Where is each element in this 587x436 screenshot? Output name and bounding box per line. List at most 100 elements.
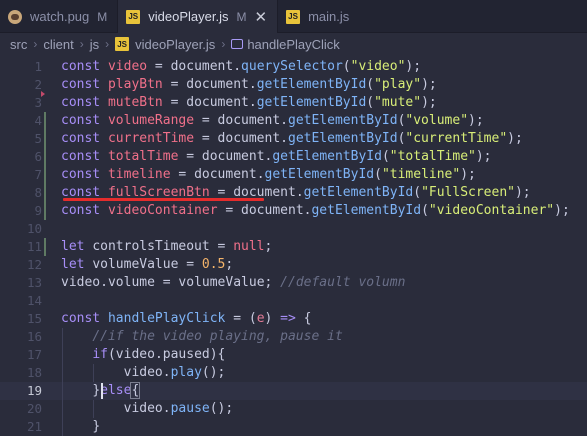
breadcrumb-file[interactable]: videoPlayer.js [135,37,215,52]
code-line[interactable]: 3 const muteBtn = document.getElementById… [0,91,587,112]
code-token: ); [554,203,570,218]
git-modified-marker[interactable] [44,112,46,130]
code-line[interactable]: 12 let volumeValue = 0.5; [0,256,587,274]
code-token: document [194,167,257,182]
code-token: document [217,131,281,146]
red-annotation-underline [63,198,264,201]
breadcrumb-js[interactable]: js [90,37,99,52]
code-line[interactable]: 20 video.pause(); [0,400,587,418]
code-token: . [295,185,304,200]
pug-file-icon [8,9,22,24]
code-token: const [61,59,108,74]
breadcrumb-symbol[interactable]: handlePlayClick [247,37,340,52]
code-token: . [256,167,265,182]
code-token: ); [514,185,531,200]
code-line[interactable]: 14 [0,292,587,310]
code-line[interactable]: 1 const video = document.querySelector("v… [0,58,587,76]
code-line[interactable]: 10 [0,220,587,238]
chevron-right-icon: › [33,37,38,51]
code-token: getElementById [264,167,375,182]
git-modified-marker[interactable] [44,238,46,256]
chevron-right-icon: › [105,37,110,51]
indent-guide [93,364,94,382]
code-token: "volume" [405,113,469,128]
code-token: videoContainer [107,203,218,218]
symbol-variable-icon [231,39,244,49]
code-token: e [256,311,265,326]
code-line[interactable]: 4 const volumeRange = document.getElement… [0,112,587,130]
code-token: volumeRange [107,113,195,128]
code-token: muteBtn [107,95,163,110]
code-token: "mute" [374,95,422,110]
code-line[interactable]: 15 const handlePlayClick = (e) => { [0,310,587,328]
code-line[interactable]: 17 if(video.paused){ [0,346,587,364]
code-token: . [248,77,257,92]
code-line[interactable]: 11 let controlsTimeout = null; [0,238,587,256]
code-line[interactable]: 9 const videoContainer = document.getElem… [0,202,587,220]
code-token: ); [475,149,492,164]
code-line[interactable]: 7 const timeline = document.getElementByI… [0,166,587,184]
code-line[interactable]: 18 video.play(); [0,364,587,382]
code-text: const videoContainer = document.getEleme… [61,202,570,220]
code-line[interactable]: 13 video.volume = volumeValue; //default … [0,274,587,292]
code-token: getElementById [256,77,367,92]
chevron-right-icon: › [79,37,84,51]
line-number: 20 [26,401,42,416]
indent-guide [93,400,94,418]
code-token: ( [381,149,390,164]
git-modified-marker[interactable] [44,166,46,184]
code-token: let [61,239,93,254]
code-editor[interactable]: 1 const video = document.querySelector("v… [0,55,587,436]
code-line[interactable]: 16 //if the video playing, pause it [0,328,587,346]
code-token: = [162,77,187,92]
close-icon[interactable]: ✕ [254,8,267,26]
git-deleted-marker[interactable] [41,91,45,97]
code-token: pause [170,401,210,416]
code-text: const video = document.querySelector("vi… [61,58,421,76]
code-token: document [170,59,234,74]
git-modified-marker[interactable] [44,130,46,148]
code-text: const volumeRange = document.getElementB… [61,112,484,130]
code-token: document [186,95,249,110]
code-token: . [100,275,108,290]
indent-guide [62,328,63,436]
code-line[interactable]: 2 const playBtn = document.getElementById… [0,76,587,94]
code-token: volume [107,275,155,290]
git-modified-marker[interactable] [44,184,46,202]
git-modified-marker[interactable] [44,148,46,166]
code-text: let volumeValue = 0.5; [61,256,233,274]
code-line[interactable]: 21 } [0,418,587,436]
code-text: let controlsTimeout = null; [61,238,272,256]
code-token: getElementById [272,149,382,164]
code-token: . [280,131,288,146]
tab-label: main.js [308,9,350,24]
code-token: = [147,59,171,74]
code-token: . [154,347,163,362]
code-token: const [61,131,108,146]
breadcrumb-client[interactable]: client [43,37,73,52]
code-token: controlsTimeout [92,239,210,254]
code-text: video.play(); [61,364,226,382]
code-token: "totalTime" [389,149,476,164]
tab-main-js[interactable]: JS main.js [278,0,359,33]
code-token: . [162,401,171,416]
line-number: 13 [26,275,42,290]
git-modified-marker[interactable] [44,202,46,220]
modified-badge: M [97,9,108,24]
line-number: 19 [26,383,42,398]
line-number: 21 [26,419,42,434]
code-token: getElementById [256,95,367,110]
line-number: 6 [34,149,42,164]
tab-label: watch.pug [30,9,90,24]
line-number: 11 [26,239,42,254]
code-line[interactable]: 5 const currentTime = document.getElement… [0,130,587,148]
tab-watch-pug[interactable]: watch.pug M [0,0,119,33]
code-token: = [194,131,218,146]
tab-videoplayer-js[interactable]: JS videoPlayer.js M ✕ [118,0,279,33]
code-line[interactable]: 19 }else{ [0,382,587,400]
line-number: 4 [34,113,42,128]
breadcrumb-src[interactable]: src [10,37,27,52]
code-line[interactable]: 6 const totalTime = document.getElementBy… [0,148,587,166]
